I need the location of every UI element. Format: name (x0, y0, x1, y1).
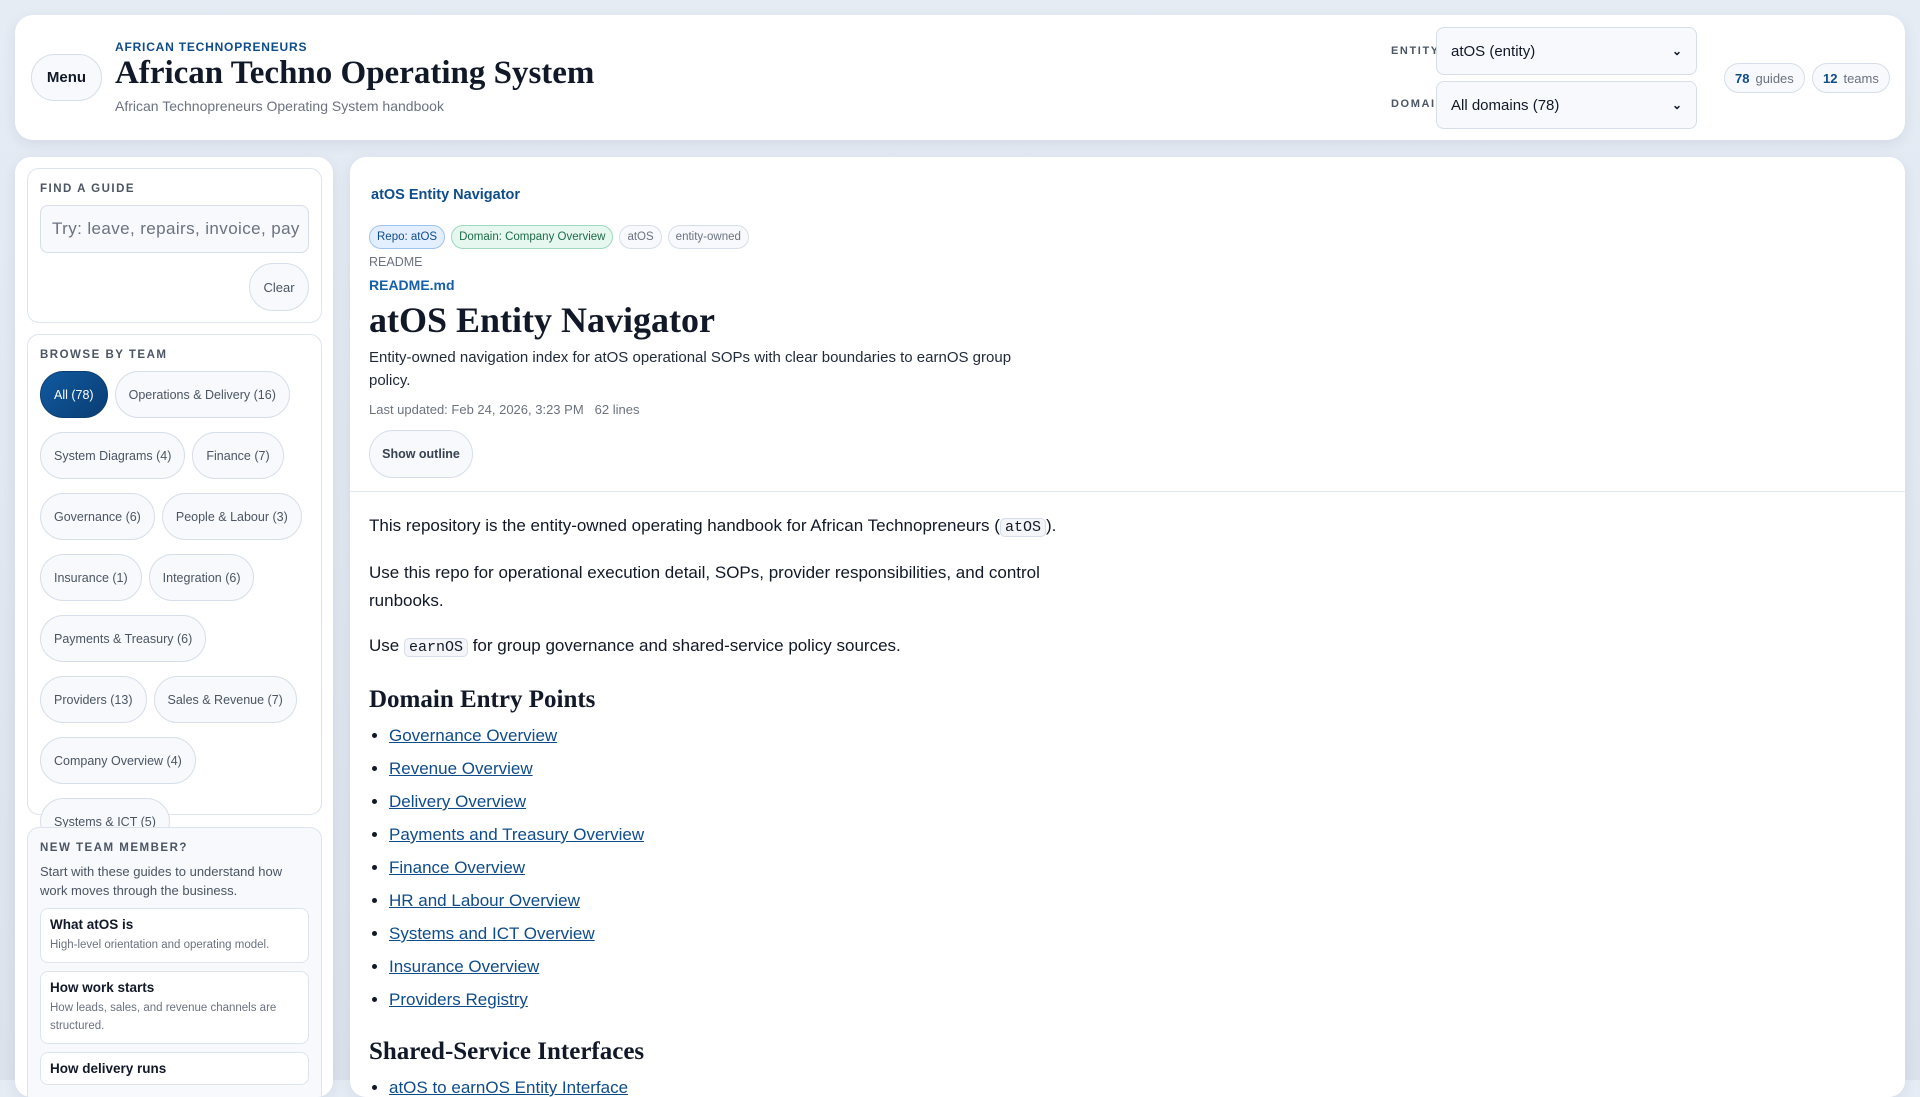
teams-count-badge: 12 teams (1812, 63, 1890, 93)
entity-label: ENTITY (1391, 45, 1440, 57)
list-item: HR and Labour Overview (389, 887, 1089, 915)
doc-link[interactable]: Systems and ICT Overview (389, 924, 595, 943)
breadcrumb[interactable]: atOS Entity Navigator (371, 187, 520, 203)
list-item: Payments and Treasury Overview (389, 821, 1089, 849)
tag-list: Repo: atOS Domain: Company Overview atOS… (369, 225, 749, 249)
paragraph: This repository is the entity-owned oper… (369, 516, 1057, 537)
interface-links-list: atOS to earnOS Entity Interface (369, 1074, 1089, 1097)
guide-title: How delivery runs (50, 1061, 167, 1076)
team-filter-pill[interactable]: All (78) (40, 371, 108, 418)
team-filter-pill[interactable]: Operations & Delivery (16) (114, 371, 290, 418)
team-filter-pill[interactable]: Providers (13) (40, 676, 147, 723)
chevron-down-icon: ⌄ (1671, 44, 1682, 58)
section-heading: Shared-Service Interfaces (369, 1038, 645, 1065)
doc-link[interactable]: Revenue Overview (389, 759, 533, 778)
guide-desc: How leads, sales, and revenue channels a… (50, 1002, 277, 1032)
guide-title: How work starts (50, 980, 155, 995)
team-filter-pill[interactable]: Governance (6) (40, 493, 155, 540)
guide-card[interactable]: How work starts How leads, sales, and rev… (40, 971, 309, 1044)
browse-team-card: BROWSE BY TEAM All (78) Operations & Deli… (27, 334, 322, 845)
team-filter-list: All (78) Operations & Delivery (16) System… (40, 371, 309, 852)
new-member-description: Start with these guides to understand ho… (40, 864, 283, 898)
find-guide-card: FIND A GUIDE Try: leave, repairs, invoic… (27, 168, 322, 323)
last-updated: Last updated: Feb 24, 2026, 3:23 PM (369, 402, 584, 417)
guides-count-badge: 78 guides (1724, 63, 1805, 93)
paragraph: Use this repo for operational execution … (369, 563, 1040, 610)
team-filter-pill[interactable]: Integration (6) (148, 554, 255, 601)
tag-chip: entity-owned (667, 225, 749, 249)
document-panel: atOS Entity Navigator Repo: atOS Domain:… (350, 157, 1905, 1097)
app-subtitle: African Technopreneurs Operating System … (115, 98, 444, 114)
divider (350, 491, 1905, 492)
team-filter-pill[interactable]: Sales & Revenue (7) (153, 676, 297, 723)
guide-card[interactable]: What atOS is High-level orientation and o… (40, 908, 309, 963)
domain-value: All domains (78) (1451, 96, 1560, 114)
list-item: Governance Overview (389, 722, 1089, 750)
entity-select[interactable]: atOS (entity) ⌄ (1436, 27, 1697, 75)
team-filter-pill[interactable]: Company Overview (4) (40, 737, 196, 784)
chevron-down-icon: ⌄ (1671, 98, 1682, 112)
list-item: Systems and ICT Overview (389, 920, 1089, 948)
browse-team-title: BROWSE BY TEAM (40, 349, 168, 361)
team-filter-pill[interactable]: People & Labour (3) (161, 493, 302, 540)
doc-body: This repository is the entity-owned oper… (369, 512, 1089, 1097)
menu-button[interactable]: Menu (31, 54, 102, 101)
doc-link[interactable]: Governance Overview (389, 726, 557, 745)
domain-select[interactable]: All domains (78) ⌄ (1436, 81, 1697, 129)
new-member-card: NEW TEAM MEMBER? Start with these guides… (27, 827, 322, 1097)
org-eyebrow: AFRICAN TECHNOPRENEURS (115, 40, 308, 54)
domain-links-list: Governance Overview Revenue Overview Deliv… (369, 722, 1089, 1014)
paragraph: Use earnOS for group governance and shar… (369, 636, 901, 657)
doc-link[interactable]: HR and Labour Overview (389, 891, 580, 910)
doc-link[interactable]: atOS to earnOS Entity Interface (389, 1078, 628, 1097)
list-item: Revenue Overview (389, 755, 1089, 783)
doc-meta: Last updated: Feb 24, 2026, 3:23 PM 62 li… (369, 402, 639, 417)
team-filter-pill[interactable]: Insurance (1) (40, 554, 142, 601)
doc-kind: README (369, 255, 423, 269)
guide-card[interactable]: How delivery runs (40, 1052, 309, 1085)
show-outline-button[interactable]: Show outline (369, 430, 473, 478)
sidebar: FIND A GUIDE Try: leave, repairs, invoic… (15, 157, 333, 1097)
app-title: African Techno Operating System (115, 55, 595, 91)
doc-link[interactable]: Payments and Treasury Overview (389, 825, 644, 844)
section-heading: Domain Entry Points (369, 686, 596, 713)
doc-description: Entity-owned navigation index for atOS o… (369, 349, 1012, 389)
tag-chip: atOS (619, 225, 662, 249)
list-item: Insurance Overview (389, 953, 1089, 981)
guide-title: What atOS is (50, 917, 134, 932)
list-item: Delivery Overview (389, 788, 1089, 816)
doc-title: atOS Entity Navigator (369, 300, 715, 340)
list-item: atOS to earnOS Entity Interface (389, 1074, 1089, 1097)
new-member-title: NEW TEAM MEMBER? (40, 842, 188, 854)
team-filter-pill[interactable]: Finance (7) (192, 432, 284, 479)
search-input[interactable]: Try: leave, repairs, invoice, pay (40, 205, 309, 253)
team-filter-pill[interactable]: System Diagrams (4) (40, 432, 186, 479)
doc-link[interactable]: Insurance Overview (389, 957, 539, 976)
line-count: 62 lines (594, 402, 640, 417)
entity-value: atOS (entity) (1451, 42, 1536, 60)
find-guide-title: FIND A GUIDE (40, 183, 136, 195)
app-header: Menu AFRICAN TECHNOPRENEURS African Tech… (15, 15, 1905, 140)
domain-chip: Domain: Company Overview (451, 225, 614, 249)
doc-link[interactable]: Finance Overview (389, 858, 525, 877)
doc-link[interactable]: Delivery Overview (389, 792, 526, 811)
list-item: Finance Overview (389, 854, 1089, 882)
team-filter-pill[interactable]: Payments & Treasury (6) (40, 615, 207, 662)
guide-desc: High-level orientation and operating mod… (50, 939, 270, 951)
doc-link[interactable]: Providers Registry (389, 990, 528, 1009)
clear-button[interactable]: Clear (249, 263, 309, 311)
repo-chip: Repo: atOS (369, 225, 446, 249)
list-item: Providers Registry (389, 986, 1089, 1014)
file-link[interactable]: README.md (369, 277, 455, 293)
